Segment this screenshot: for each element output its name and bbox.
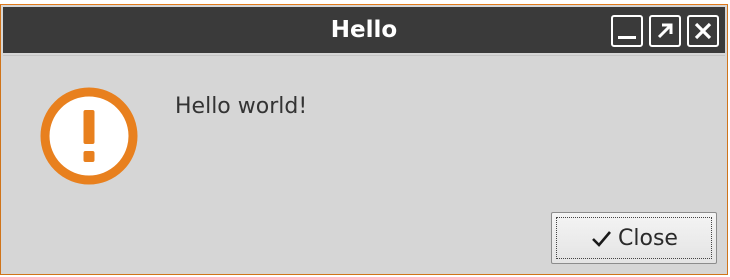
minimize-icon — [618, 36, 636, 39]
close-button-label: Close — [618, 225, 678, 251]
maximize-button[interactable] — [649, 15, 681, 47]
dialog-body: Hello world! Close — [3, 55, 725, 272]
close-window-button[interactable] — [687, 15, 719, 47]
close-icon — [694, 22, 712, 40]
close-button-focus-ring: Close — [556, 217, 712, 259]
warning-icon — [40, 87, 138, 185]
checkmark-icon — [592, 231, 612, 247]
minimize-button[interactable] — [611, 15, 643, 47]
dialog-message: Hello world! — [175, 94, 308, 119]
message-dialog-window: Hello Hello world! Close — [0, 4, 728, 275]
titlebar[interactable]: Hello — [3, 7, 725, 53]
close-button[interactable]: Close — [551, 212, 717, 264]
maximize-icon — [657, 23, 673, 39]
